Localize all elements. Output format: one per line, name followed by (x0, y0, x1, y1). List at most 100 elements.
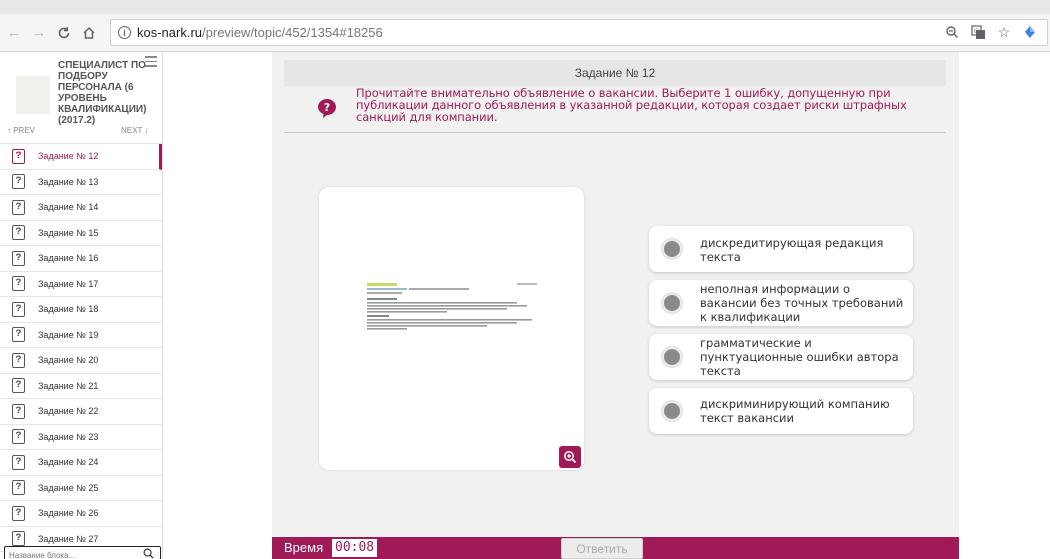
question-box-icon: ? (12, 301, 25, 317)
option-radio-icon[interactable] (662, 401, 682, 421)
timer-label: Время (284, 540, 324, 555)
prev-link[interactable]: ↑ PREV (7, 126, 35, 135)
reload-icon[interactable] (53, 22, 75, 44)
answer-option-3[interactable]: грамматические и пунктуационные ошибки а… (649, 334, 913, 380)
course-thumbnail (16, 76, 50, 114)
sidebar-task-item[interactable]: ? Задание № 18 (0, 297, 162, 323)
zoom-icon[interactable] (943, 23, 961, 41)
sidebar-task-item[interactable]: ? Задание № 12 (0, 144, 162, 170)
question-box-icon: ? (12, 352, 25, 368)
question-box-icon: ? (12, 250, 25, 266)
search-input[interactable] (9, 550, 137, 559)
address-bar[interactable]: i kos-nark.ru/preview/topic/452/1354#182… (110, 19, 1048, 46)
sidebar-task-label: Задание № 24 (38, 457, 99, 468)
option-text: дискриминирующий компанию текст вакансии (700, 397, 890, 425)
question-box-icon: ? (12, 480, 25, 496)
question-box-icon: ? (12, 276, 25, 292)
sidebar-task-label: Задание № 27 (38, 533, 99, 544)
sidebar-task-item[interactable]: ? Задание № 23 (0, 425, 162, 450)
question-box-icon: ? (12, 174, 25, 190)
sidebar-task-label: Задание № 26 (38, 508, 99, 519)
question-box-icon: ? (12, 199, 25, 215)
sidebar-task-label: Задание № 15 (38, 227, 99, 238)
sidebar-task-item[interactable]: ? Задание № 20 (0, 348, 162, 374)
sidebar-task-label: Задание № 18 (38, 304, 99, 315)
course-title: СПЕЦИАЛИСТ ПО ПОДБОРУ ПЕРСОНАЛА (6 УРОВЕ… (58, 60, 147, 126)
svg-text:G: G (974, 28, 979, 35)
sidebar-task-item[interactable]: ? Задание № 19 (0, 323, 162, 348)
sidebar-task-label: Задание № 19 (38, 329, 99, 340)
question-box-icon: ? (12, 505, 25, 521)
timer-bar: Время 00:08 Ответить (272, 537, 959, 559)
option-radio-icon[interactable] (662, 239, 682, 259)
answer-option-1[interactable]: дискредитирующая редакция текста (649, 226, 913, 272)
sidebar-task-label: Задание № 17 (38, 278, 99, 289)
sidebar-task-label: Задание № 14 (38, 202, 99, 213)
star-icon[interactable]: ☆ (995, 23, 1013, 41)
url-host: kos-nark.ru (137, 25, 203, 40)
sidebar-task-item[interactable]: ? Задание № 25 (0, 476, 162, 501)
back-icon[interactable]: ← (3, 22, 25, 44)
document-card[interactable] (319, 187, 584, 470)
sidebar-task-item[interactable]: ? Задание № 26 (0, 501, 162, 527)
block-search[interactable] (4, 546, 161, 559)
sidebar-task-label: Задание № 22 (38, 406, 99, 417)
sidebar-task-item[interactable]: ? Задание № 16 (0, 246, 162, 272)
sidebar-task-item[interactable]: ? Задание № 14 (0, 195, 162, 221)
main-area: Задание № 12 ? Прочитайте внимательно об… (163, 52, 1050, 559)
option-text: дискредитирующая редакция текста (700, 236, 884, 264)
task-list: ? Задание № 12? Задание № 13? Задание № 14?… (0, 144, 162, 552)
option-text: грамматические и пунктуационные ошибки а… (700, 336, 899, 378)
task-number: Задание № 12 (284, 60, 946, 86)
question-box-icon: ? (12, 148, 25, 164)
url-path: /preview/topic/452/1354#18256 (202, 25, 383, 40)
home-icon[interactable] (78, 22, 100, 44)
question-box-icon: ? (12, 531, 25, 547)
answer-option-2[interactable]: неполная информации о вакансии без точны… (649, 280, 913, 326)
browser-toolbar: ← → i kos-nark.ru/preview/topic/452/1354… (0, 14, 1050, 52)
question-icon: ? (318, 99, 336, 118)
option-radio-icon[interactable] (662, 347, 682, 367)
sidebar-task-label: Задание № 20 (38, 355, 99, 366)
sidebar-task-item[interactable]: ? Задание № 22 (0, 399, 162, 425)
timer-value: 00:08 (332, 539, 378, 557)
menu-icon[interactable] (145, 56, 157, 70)
course-sidebar: СПЕЦИАЛИСТ ПО ПОДБОРУ ПЕРСОНАЛА (6 УРОВЕ… (0, 52, 163, 559)
info-icon[interactable]: i (118, 26, 131, 39)
question-box-icon: ? (12, 454, 25, 470)
option-radio-icon[interactable] (662, 293, 682, 313)
option-text: неполная информации о вакансии без точны… (700, 282, 904, 324)
sidebar-task-item[interactable]: ? Задание № 21 (0, 374, 162, 399)
task-header: Задание № 12 ? Прочитайте внимательно об… (284, 60, 946, 135)
sidebar-task-label: Задание № 16 (38, 253, 99, 264)
answer-option-4[interactable]: дискриминирующий компанию текст вакансии (649, 388, 913, 434)
url-text[interactable]: kos-nark.ru/preview/topic/452/1354#18256 (137, 25, 383, 40)
extension-icon[interactable] (1021, 23, 1039, 41)
sidebar-task-item[interactable]: ? Задание № 15 (0, 221, 162, 246)
browser-tabstrip (0, 0, 1050, 14)
next-link[interactable]: NEXT ↓ (121, 126, 148, 135)
translate-icon[interactable]: G (969, 23, 987, 41)
question-box-icon: ? (12, 403, 25, 419)
svg-text:?: ? (324, 101, 330, 114)
question-box-icon: ? (12, 327, 25, 343)
sidebar-task-label: Задание № 23 (38, 431, 99, 442)
sidebar-task-label: Задание № 25 (38, 482, 99, 493)
sidebar-task-item[interactable]: ? Задание № 17 (0, 272, 162, 297)
sidebar-task-item[interactable]: ? Задание № 13 (0, 170, 162, 195)
sidebar-task-item[interactable]: ? Задание № 24 (0, 450, 162, 476)
sidebar-task-label: Задание № 12 (38, 151, 99, 162)
zoom-in-icon (564, 451, 577, 464)
sidebar-task-label: Задание № 21 (38, 380, 99, 391)
forward-icon[interactable]: → (28, 22, 50, 44)
question-box-icon: ? (12, 429, 25, 445)
task-stage: Задание № 12 ? Прочитайте внимательно об… (272, 52, 959, 559)
answer-button[interactable]: Ответить (561, 538, 643, 559)
question-box-icon: ? (12, 378, 25, 394)
question-text: Прочитайте внимательно объявление о вака… (356, 86, 907, 124)
sidebar-task-label: Задание № 13 (38, 176, 99, 187)
question-box-icon: ? (12, 225, 25, 241)
zoom-in-button[interactable] (559, 446, 581, 468)
search-icon[interactable] (143, 548, 154, 559)
header-divider (284, 132, 946, 133)
